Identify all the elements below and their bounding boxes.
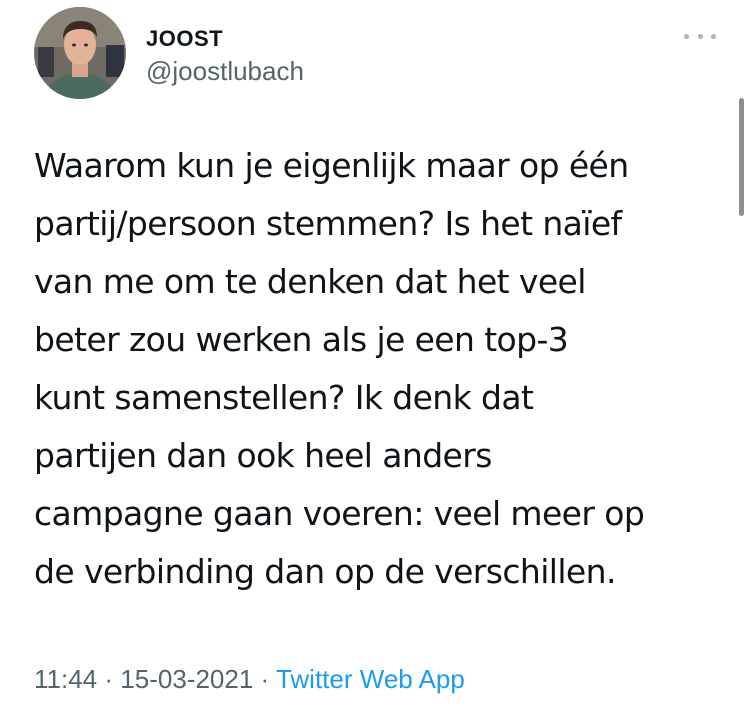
more-options-icon[interactable] bbox=[684, 29, 716, 43]
author-name[interactable]: JOOST bbox=[146, 26, 223, 52]
tweet-line: partijen dan ook heel anders bbox=[34, 436, 492, 475]
source-app-link[interactable]: Twitter Web App bbox=[276, 664, 465, 694]
tweet-line: Waarom kun je eigenlijk maar op één bbox=[34, 146, 629, 185]
avatar[interactable] bbox=[34, 7, 126, 99]
tweet-text: Waarom kun je eigenlijk maar op één part… bbox=[34, 137, 724, 601]
dot bbox=[711, 33, 716, 39]
tweet-line: kunt samenstellen? Ik denk dat bbox=[34, 378, 534, 417]
scrollbar[interactable] bbox=[739, 98, 744, 216]
tweet-date[interactable]: 15-03-2021 bbox=[120, 664, 253, 694]
tweet-time[interactable]: 11:44 bbox=[34, 664, 97, 694]
author-handle[interactable]: @joostlubach bbox=[146, 56, 304, 87]
meta-separator: · bbox=[260, 664, 270, 694]
meta-separator: · bbox=[104, 664, 114, 694]
tweet-line: campagne gaan voeren: veel meer op bbox=[34, 494, 645, 533]
tweet-line: de verbinding dan op de verschillen. bbox=[34, 552, 616, 591]
tweet-line: van me om te denken dat het veel bbox=[34, 262, 586, 301]
dot bbox=[697, 33, 703, 39]
avatar-photo bbox=[34, 7, 126, 99]
tweet-meta: 11:44 · 15-03-2021 · Twitter Web App bbox=[34, 664, 465, 695]
tweet-line: partij/persoon stemmen? Is het naïef bbox=[34, 204, 622, 243]
dot bbox=[684, 33, 689, 39]
tweet-line: beter zou werken als je een top-3 bbox=[34, 320, 569, 359]
